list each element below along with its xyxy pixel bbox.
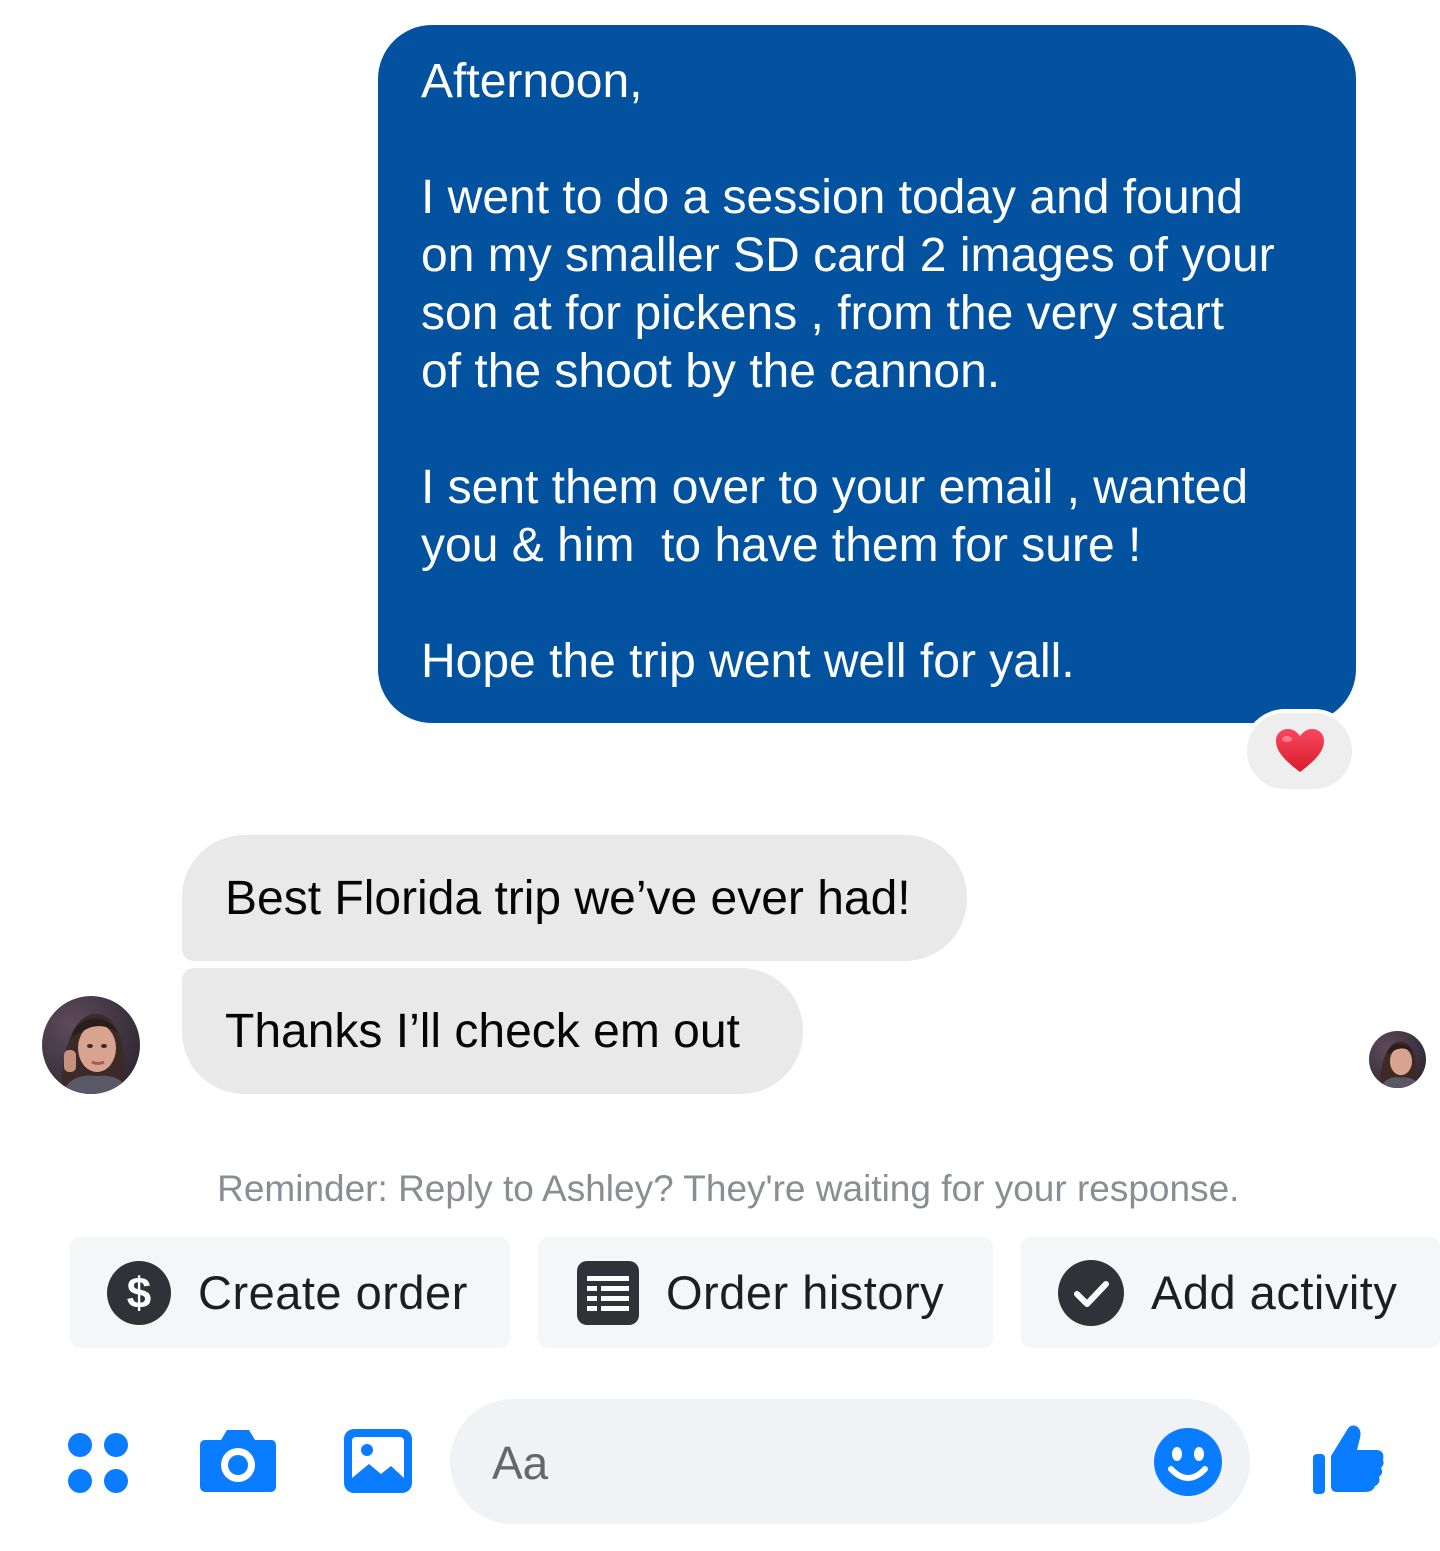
create-order-button[interactable]: $ Create order: [70, 1237, 510, 1348]
outgoing-message-bubble[interactable]: Afternoon, I went to do a session today …: [378, 25, 1356, 723]
receipt-icon: [577, 1260, 639, 1325]
like-button[interactable]: [1308, 1420, 1388, 1496]
message-line: son at for pickens , from the very start: [421, 287, 1224, 340]
message-line: Afternoon,: [421, 55, 643, 108]
smiley-icon: [1154, 1428, 1222, 1496]
more-actions-button[interactable]: [62, 1427, 134, 1499]
message-line: I sent them over to your email , wanted: [421, 461, 1249, 514]
add-activity-label: Add activity: [1151, 1266, 1398, 1319]
add-activity-button[interactable]: Add activity: [1021, 1237, 1440, 1348]
camera-button[interactable]: [198, 1424, 278, 1496]
message-line: you & him to have them for sure !: [421, 519, 1142, 572]
reminder-label: Reminder: Reply to Ashley? They're waiti…: [217, 1168, 1240, 1209]
read-receipt-avatar: [1369, 1031, 1426, 1088]
message-line: Hope the trip went well for yall.: [421, 635, 1075, 688]
gallery-button[interactable]: [342, 1427, 414, 1495]
order-history-button[interactable]: Order history: [538, 1237, 993, 1348]
thumbs-up-icon: [1313, 1425, 1384, 1494]
contact-avatar[interactable]: [42, 996, 140, 1094]
four-dots-icon: [68, 1433, 128, 1493]
message-input[interactable]: [490, 1399, 1134, 1526]
emoji-button[interactable]: [1152, 1426, 1224, 1498]
incoming-message-bubble[interactable]: Thanks I’ll check em out: [182, 968, 803, 1094]
message-text: Thanks I’ll check em out: [225, 1004, 740, 1058]
message-composer[interactable]: [450, 1399, 1250, 1526]
svg-text:$: $: [127, 1269, 151, 1318]
image-icon: [344, 1429, 412, 1493]
camera-icon: [200, 1430, 276, 1492]
incoming-message-bubble[interactable]: Best Florida trip we’ve ever had!: [182, 835, 967, 961]
heart-reaction-badge[interactable]: [1243, 709, 1356, 793]
message-text: Best Florida trip we’ve ever had!: [225, 871, 911, 925]
heart-icon: [1275, 729, 1324, 772]
message-line: I went to do a session today and found: [421, 171, 1243, 224]
message-line: on my smaller SD card 2 images of your: [421, 229, 1275, 282]
dollar-icon: $: [107, 1260, 171, 1325]
order-history-label: Order history: [666, 1266, 945, 1319]
create-order-label: Create order: [198, 1266, 468, 1319]
checkmark-icon: [1058, 1259, 1124, 1326]
reminder-text: Reminder: Reply to Ashley? They're waiti…: [0, 1126, 1440, 1210]
message-line: of the shoot by the cannon.: [421, 345, 1001, 398]
